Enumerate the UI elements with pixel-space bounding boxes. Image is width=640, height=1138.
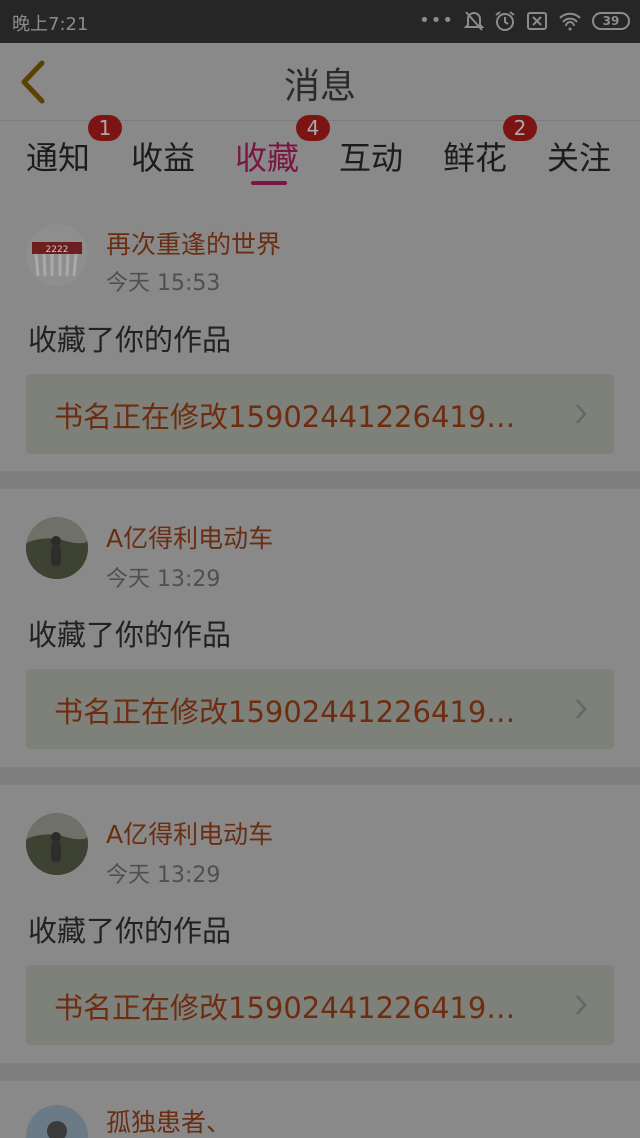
list-item[interactable]: 孤独患者、 xyxy=(0,1081,640,1138)
user-name[interactable]: 孤独患者、 xyxy=(106,1103,231,1138)
chevron-right-icon xyxy=(576,404,587,424)
tab-earnings[interactable]: 收益 xyxy=(131,133,195,179)
user-name[interactable]: 再次重逢的世界 xyxy=(106,225,281,261)
tab-favorites-badge: 4 xyxy=(296,115,330,141)
avatar[interactable] xyxy=(26,1105,88,1138)
tab-notifications[interactable]: 通知 xyxy=(26,133,90,179)
work-link[interactable]: 书名正在修改1590244122641​9… xyxy=(26,965,614,1045)
chevron-right-icon xyxy=(576,995,587,1015)
tab-flowers-badge: 2 xyxy=(503,115,537,141)
timestamp: 今天 13:29 xyxy=(106,567,221,592)
divider xyxy=(0,1063,640,1081)
action-text: 收藏了你的作品 xyxy=(28,914,232,948)
work-title: 书名正在修改1590244122641​9… xyxy=(54,991,516,1025)
svg-text:2222: 2222 xyxy=(46,245,69,255)
sim-off-icon xyxy=(527,12,547,30)
active-tab-indicator xyxy=(251,181,287,185)
divider xyxy=(0,471,640,489)
list-item[interactable]: A亿得利电动车 今天 13:29 收藏了你的作品 书名正在修改159024412… xyxy=(0,785,640,1063)
status-bar: 晚上7:21 ••• 39 xyxy=(0,0,640,43)
tab-flowers[interactable]: 鲜花 xyxy=(443,133,507,179)
nav-bar: 消息 xyxy=(0,43,640,121)
tab-interactions[interactable]: 互动 xyxy=(339,133,403,179)
tab-notifications-badge: 1 xyxy=(88,115,122,141)
divider xyxy=(0,767,640,785)
bell-muted-icon xyxy=(464,11,484,31)
avatar[interactable]: 2222 xyxy=(26,224,88,286)
user-name[interactable]: A亿得利电动车 xyxy=(106,815,273,851)
status-icons: ••• 39 xyxy=(419,9,630,33)
tab-following[interactable]: 关注 xyxy=(547,133,611,179)
page-title: 消息 xyxy=(283,66,356,107)
list-item[interactable]: 2222 再次重逢的世界 今天 15:53 收藏了你的作品 书名正在修改1590… xyxy=(0,191,640,471)
work-title: 书名正在修改1590244122641​9… xyxy=(54,400,516,434)
more-dots-icon: ••• xyxy=(419,10,454,31)
action-text: 收藏了你的作品 xyxy=(28,618,232,652)
chevron-right-icon xyxy=(576,699,587,719)
user-name[interactable]: A亿得利电动车 xyxy=(106,519,273,555)
battery-icon: 39 xyxy=(592,12,630,30)
alarm-icon xyxy=(495,11,515,31)
tab-bar: 通知 1 收益 收藏 4 互动 鲜花 2 关注 xyxy=(0,115,640,191)
timestamp: 今天 15:53 xyxy=(106,271,221,296)
tab-favorites[interactable]: 收藏 xyxy=(235,133,299,179)
avatar[interactable] xyxy=(26,517,88,579)
status-time: 晚上7:21 xyxy=(12,14,89,35)
list-item[interactable]: A亿得利电动车 今天 13:29 收藏了你的作品 书名正在修改159024412… xyxy=(0,489,640,767)
work-link[interactable]: 书名正在修改1590244122641​9… xyxy=(26,669,614,749)
work-title: 书名正在修改1590244122641​9… xyxy=(54,695,516,729)
work-link[interactable]: 书名正在修改1590244122641​9… xyxy=(26,374,614,454)
wifi-icon xyxy=(559,12,581,31)
action-text: 收藏了你的作品 xyxy=(28,323,232,357)
avatar[interactable] xyxy=(26,813,88,875)
timestamp: 今天 13:29 xyxy=(106,863,221,888)
